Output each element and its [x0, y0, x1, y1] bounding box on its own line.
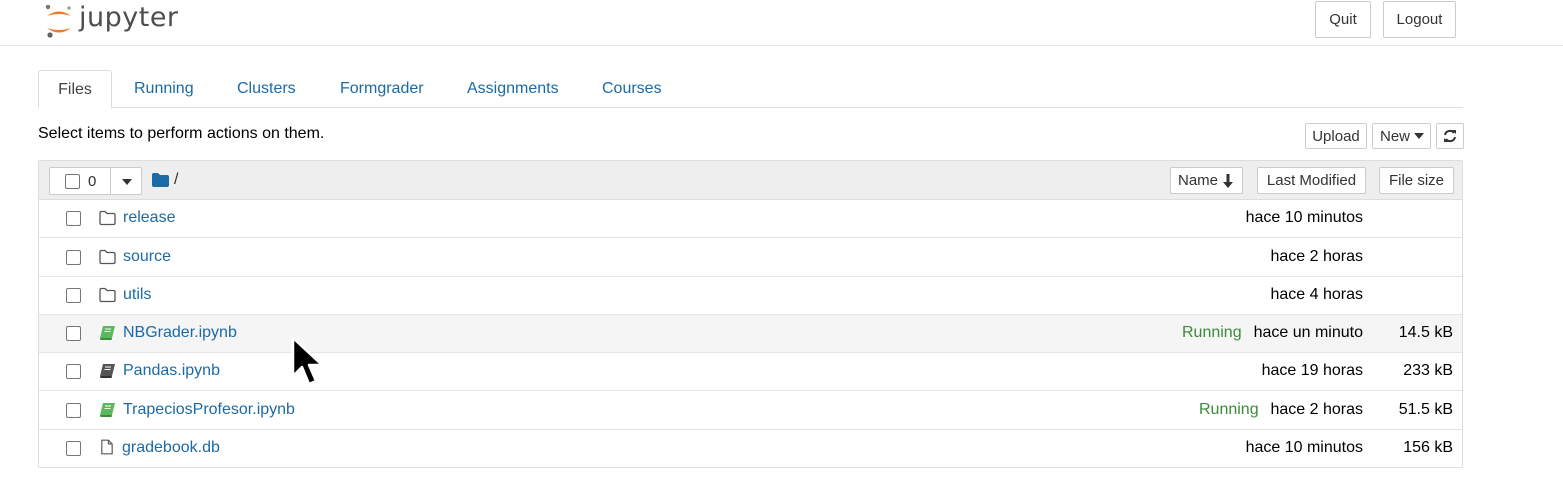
arrow-down-icon: [1223, 173, 1234, 188]
refresh-button[interactable]: [1436, 123, 1464, 149]
jupyter-logo-icon: [45, 4, 71, 38]
file-size: 51.5 kB: [1398, 401, 1453, 418]
select-all-group: 0: [49, 167, 142, 195]
last-modified: hace 4 horas: [1270, 286, 1363, 303]
tab-bar: Files Running Clusters Formgrader Assign…: [38, 70, 1463, 109]
file-row[interactable]: gradebook.db hace 10 minutos 156 kB: [39, 430, 1462, 468]
file-name-link[interactable]: TrapeciosProfesor.ipynb: [123, 401, 295, 419]
tab-files[interactable]: Files: [38, 70, 112, 109]
sort-name-label: Name: [1178, 172, 1219, 189]
file-name-link[interactable]: release: [123, 209, 175, 227]
file-size: 233 kB: [1403, 362, 1453, 379]
tab-assignments[interactable]: Assignments: [454, 70, 572, 108]
file-name-link[interactable]: source: [123, 248, 171, 266]
selection-hint: Select items to perform actions on them.: [38, 125, 325, 142]
file-row[interactable]: release hace 10 minutos: [39, 200, 1462, 238]
selection-menu-button[interactable]: [110, 168, 142, 194]
last-modified: hace 10 minutos: [1245, 439, 1363, 456]
last-modified: hace 2 horas: [1270, 248, 1363, 265]
new-dropdown-button[interactable]: New: [1372, 123, 1431, 149]
row-checkbox[interactable]: [66, 326, 81, 341]
file-icon: [101, 439, 113, 455]
file-list-header: 0 / Name Last Modified File size: [39, 161, 1462, 200]
tab-courses[interactable]: Courses: [589, 70, 675, 108]
file-row[interactable]: Pandas.ipynb hace 19 horas 233 kB: [39, 353, 1462, 391]
sort-by-last-modified-button[interactable]: Last Modified: [1257, 167, 1366, 194]
tab-formgrader[interactable]: Formgrader: [327, 70, 437, 108]
folder-icon[interactable]: [152, 173, 169, 187]
caret-down-icon: [122, 179, 132, 185]
file-list: 0 / Name Last Modified File size release…: [38, 160, 1463, 468]
caret-down-icon: [1414, 133, 1425, 139]
selected-count: 0: [88, 173, 97, 190]
file-size: 14.5 kB: [1398, 324, 1453, 341]
row-checkbox[interactable]: [66, 288, 81, 303]
refresh-icon: [1444, 129, 1456, 143]
quit-button[interactable]: Quit: [1315, 1, 1371, 38]
folder-outline-icon: [99, 287, 116, 303]
file-size: 156 kB: [1403, 439, 1453, 456]
tab-running[interactable]: Running: [121, 70, 207, 108]
folder-outline-icon: [99, 249, 116, 265]
row-checkbox[interactable]: [66, 403, 81, 418]
file-row[interactable]: TrapeciosProfesor.ipynb Running hace 2 h…: [39, 392, 1462, 430]
breadcrumb-path[interactable]: /: [174, 171, 178, 189]
logo-text: jupyter: [79, 1, 179, 33]
last-modified: hace un minuto: [1253, 324, 1363, 341]
logout-button[interactable]: Logout: [1383, 1, 1456, 38]
header-bar: jupyter Quit Logout: [0, 0, 1563, 46]
sort-by-file-size-button[interactable]: File size: [1379, 167, 1454, 194]
new-label: New: [1380, 127, 1411, 145]
mouse-pointer-icon: [291, 336, 324, 386]
notebook-running-icon: [100, 326, 115, 340]
notebook-icon: [100, 364, 115, 378]
row-checkbox[interactable]: [66, 250, 81, 265]
file-name-link[interactable]: gradebook.db: [122, 439, 220, 457]
notebook-running-icon: [100, 403, 115, 417]
folder-outline-icon: [99, 210, 116, 226]
running-status: Running: [1182, 324, 1242, 341]
tab-clusters[interactable]: Clusters: [224, 70, 309, 108]
file-name-link[interactable]: Pandas.ipynb: [123, 362, 220, 380]
file-name-link[interactable]: NBGrader.ipynb: [123, 324, 237, 342]
row-checkbox[interactable]: [66, 364, 81, 379]
last-modified: hace 19 horas: [1261, 362, 1363, 379]
sort-by-name-button[interactable]: Name: [1170, 167, 1243, 194]
last-modified: hace 2 horas: [1270, 401, 1363, 418]
last-modified: hace 10 minutos: [1245, 209, 1363, 226]
running-status: Running: [1199, 401, 1259, 418]
file-row[interactable]: NBGrader.ipynb Running hace un minuto 14…: [39, 315, 1462, 353]
file-row[interactable]: utils hace 4 horas: [39, 277, 1462, 315]
select-all-checkbox[interactable]: [65, 174, 80, 189]
jupyter-logo[interactable]: jupyter: [44, 1, 179, 39]
file-row[interactable]: source hace 2 horas: [39, 239, 1462, 277]
file-name-link[interactable]: utils: [123, 286, 151, 304]
row-checkbox[interactable]: [66, 211, 81, 226]
upload-button[interactable]: Upload: [1305, 123, 1367, 149]
row-checkbox[interactable]: [66, 441, 81, 456]
